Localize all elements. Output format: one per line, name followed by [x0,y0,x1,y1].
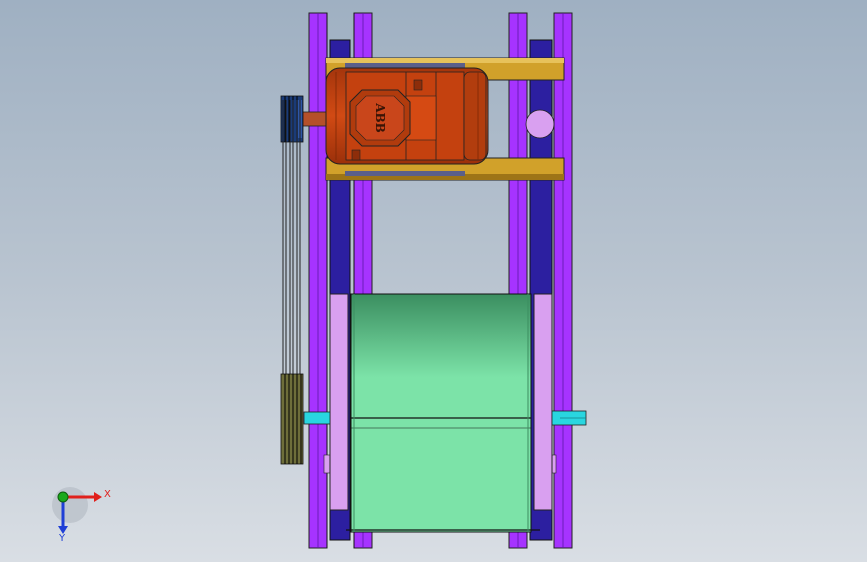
drum-body [350,293,532,533]
drum-pulley[interactable] [280,373,304,465]
left-shaft-end [303,411,331,425]
motor-brand-logo: ABB [373,102,387,133]
conveyor-drum[interactable] [346,293,540,533]
triad-shading [52,487,88,523]
motor-shaft [299,111,329,127]
triad-origin [57,491,69,503]
y-axis-label: Y [58,533,66,544]
left-bearing [329,293,349,511]
right-bearing [533,293,553,511]
cad-viewport[interactable]: ABB X Y [0,0,867,562]
right-frame-hole [525,109,555,139]
coordinate-triad: X Y [52,487,111,544]
electric-motor[interactable]: ABB [299,67,489,165]
x-axis-label: X [104,489,111,500]
